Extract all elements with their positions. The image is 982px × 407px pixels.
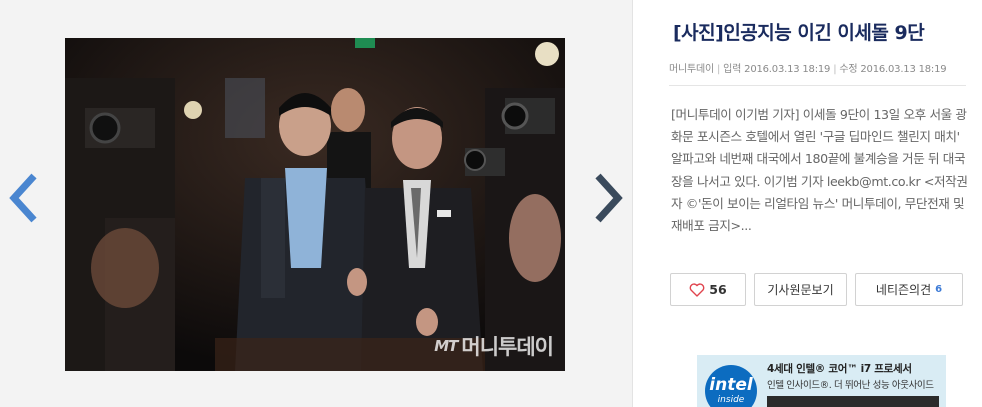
intel-ad-banner[interactable]: intel inside 4세대 인텔® 코어™ i7 프로세서 인텔 인사이드…: [697, 355, 946, 407]
input-time: 2016.03.13 18:19: [744, 64, 831, 75]
meta-separator: |: [833, 64, 837, 75]
title-divider: [669, 85, 966, 86]
watermark-brand: MT: [434, 337, 458, 355]
chevron-left-icon: [9, 173, 37, 223]
chevron-right-icon: [595, 173, 623, 223]
heart-icon: [689, 282, 705, 297]
photo-image: [65, 38, 565, 371]
ad-tagline: 인텔 인사이드®. 더 뛰어난 성능 아웃사이드: [767, 380, 934, 391]
next-photo-button[interactable]: [588, 172, 628, 224]
like-count: 56: [709, 282, 727, 297]
photo-viewer: MT 머니투데이: [0, 0, 632, 407]
like-button[interactable]: 56: [670, 273, 746, 306]
prev-photo-button[interactable]: [4, 172, 44, 224]
article-title: [사진]인공지능 이긴 이세돌 9단: [673, 22, 925, 44]
ad-headline: 4세대 인텔® 코어™ i7 프로세서: [767, 363, 912, 375]
comments-label: 네티즌의견: [875, 283, 932, 297]
ad-product-strip: [767, 396, 939, 407]
article-panel: [사진]인공지능 이긴 이세돌 9단 머니투데이 | 입력 2016.03.13 1…: [633, 0, 982, 407]
article-meta: 머니투데이 | 입력 2016.03.13 18:19 | 수정 2016.03.13 …: [669, 60, 947, 75]
input-label: 입력: [723, 64, 742, 75]
edit-time: 2016.03.13 18:19: [860, 64, 947, 75]
view-original-button[interactable]: 기사원문보기: [754, 273, 847, 306]
meta-separator: |: [717, 64, 721, 75]
intel-logo-text: intel: [709, 375, 753, 395]
intel-logo: intel inside: [705, 365, 757, 407]
photo-watermark: MT 머니투데이: [434, 331, 554, 361]
article-summary: [머니투데이 이기범 기자] 이세돌 9단이 13일 오후 서울 광화문 포시즌…: [671, 107, 968, 234]
intel-logo-sub: inside: [717, 395, 745, 405]
edit-label: 수정: [839, 64, 858, 75]
article-photo: MT 머니투데이: [65, 38, 565, 371]
article-actions: 56 기사원문보기 네티즌의견 6: [670, 273, 963, 306]
article-source: 머니투데이: [669, 64, 714, 75]
watermark-name: 머니투데이: [461, 335, 554, 359]
comments-button[interactable]: 네티즌의견 6: [855, 273, 963, 306]
comments-count: 6: [935, 284, 943, 295]
